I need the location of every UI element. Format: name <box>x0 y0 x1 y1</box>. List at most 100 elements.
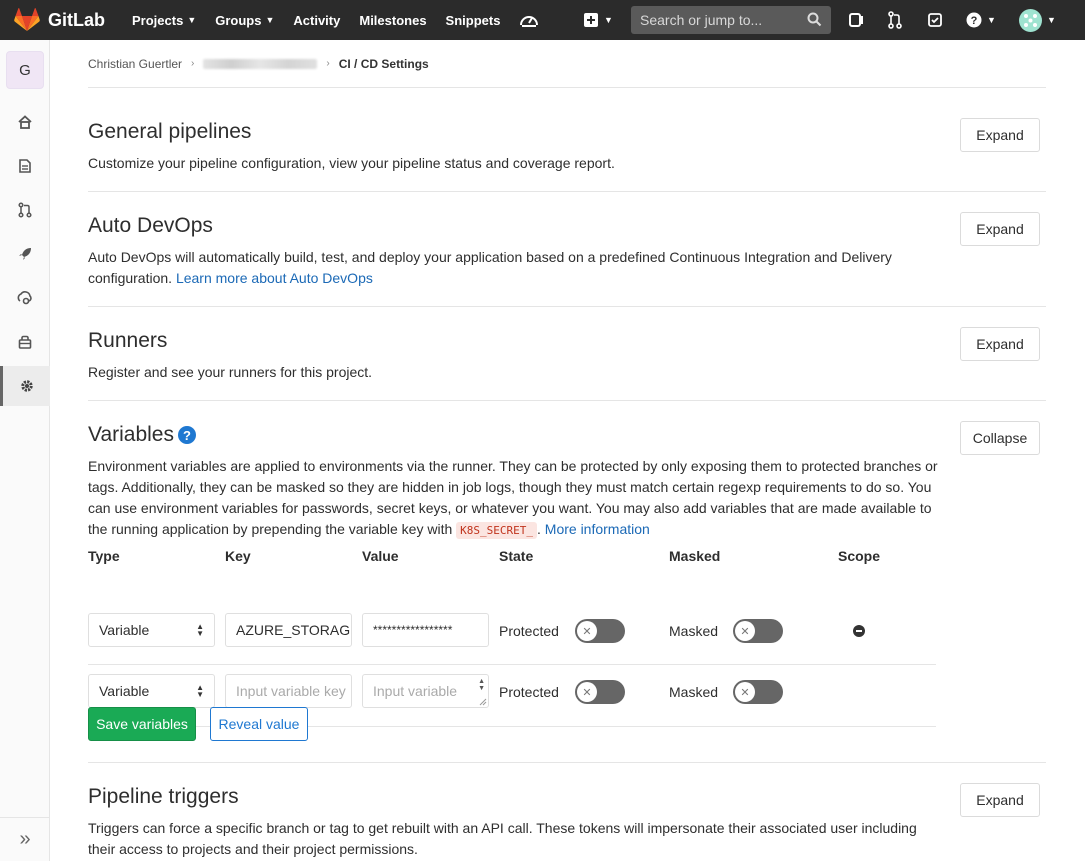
nav-projects-dropdown[interactable]: Projects ▼ <box>132 13 196 28</box>
section-pipeline-triggers: Pipeline triggers Triggers can force a s… <box>88 763 1046 861</box>
expand-button[interactable]: Expand <box>960 783 1040 817</box>
sidebar-item-merge-requests[interactable] <box>0 190 50 230</box>
sidebar-item-repository[interactable] <box>0 146 50 186</box>
merge-requests-link[interactable] <box>887 0 903 40</box>
merge-request-icon <box>888 11 902 29</box>
sidebar-item-project[interactable] <box>0 102 50 142</box>
search-input[interactable]: Search or jump to... <box>631 6 831 34</box>
chevron-right-icon: › <box>191 58 195 69</box>
brand-name: GitLab <box>48 9 105 30</box>
breadcrumb: Christian Guertler › › CI / CD Settings <box>88 40 1046 88</box>
expand-button[interactable]: Expand <box>960 118 1040 152</box>
more-information-link[interactable]: More information <box>545 521 650 537</box>
breadcrumb-project-link-redacted[interactable] <box>203 58 318 69</box>
chevron-down-icon: ▼ <box>265 15 275 25</box>
column-header-scope: Scope <box>838 548 881 564</box>
chevron-down-icon: ▼ <box>604 15 613 25</box>
packages-icon <box>18 335 32 349</box>
variable-key-placeholder: Input variable key <box>236 683 346 699</box>
toggle-off-icon: ✕ <box>735 621 755 641</box>
resize-handle-icon[interactable] <box>479 698 487 706</box>
nav-projects-label: Projects <box>132 12 184 28</box>
help-icon: ? <box>966 12 982 28</box>
sidebar-item-ci-cd[interactable] <box>0 234 50 274</box>
plus-square-icon <box>584 13 598 27</box>
breadcrumb-current-page[interactable]: CI / CD Settings <box>339 57 429 71</box>
masked-label: Masked <box>669 684 719 700</box>
variable-type-value: Variable <box>99 622 150 638</box>
section-general-pipelines: General pipelines Customize your pipelin… <box>88 89 1046 192</box>
issues-link[interactable] <box>848 0 864 40</box>
remove-variable-icon[interactable] <box>853 625 865 637</box>
variable-type-select[interactable]: Variable ▲ ▼ <box>88 613 215 647</box>
column-header-value: Value <box>362 548 399 564</box>
merge-requests-icon <box>18 202 32 218</box>
masked-toggle[interactable]: ✕ <box>733 680 783 704</box>
chevron-down-icon: ▼ <box>987 15 996 25</box>
help-dropdown[interactable]: ? ▼ <box>966 0 996 40</box>
nav-activity-link[interactable]: Activity <box>293 13 340 28</box>
chevron-right-icon: › <box>326 58 330 69</box>
project-avatar[interactable]: G <box>6 51 44 89</box>
gitlab-logo-icon <box>14 8 40 31</box>
nav-snippets-link[interactable]: Snippets <box>446 13 501 28</box>
select-arrows-icon: ▲ ▼ <box>196 622 204 638</box>
learn-more-auto-devops-link[interactable]: Learn more about Auto DevOps <box>176 270 373 286</box>
variable-key-input[interactable]: Input variable key <box>225 674 352 708</box>
new-dropdown[interactable]: ▼ <box>583 0 613 40</box>
nav-snippets-label: Snippets <box>445 12 501 28</box>
user-menu-dropdown[interactable]: ▼ <box>1019 0 1056 40</box>
section-title: Pipeline triggers <box>88 785 239 808</box>
repository-icon <box>19 159 31 173</box>
variable-value-textarea[interactable]: Input variable ▲ ▼ <box>362 674 489 708</box>
gitlab-home-link[interactable]: GitLab <box>14 8 105 32</box>
section-auto-devops: Auto DevOps Auto DevOps will automatical… <box>88 192 1046 307</box>
todo-icon <box>928 13 942 27</box>
toggle-off-icon: ✕ <box>577 682 597 702</box>
variable-type-value: Variable <box>99 683 150 699</box>
sidebar-item-settings[interactable] <box>0 366 50 406</box>
masked-label: Masked <box>669 623 719 639</box>
rocket-icon <box>19 248 31 260</box>
reveal-value-button[interactable]: Reveal value <box>210 707 308 741</box>
sidebar-item-operations[interactable] <box>0 278 50 318</box>
variables-title-text: Variables <box>88 423 174 446</box>
todos-link[interactable] <box>927 0 943 40</box>
protected-label: Protected <box>499 623 559 639</box>
section-title: Variables? <box>88 423 196 447</box>
chevron-down-icon: ▼ <box>187 15 197 25</box>
expand-button[interactable]: Expand <box>960 327 1040 361</box>
sidebar-item-packages[interactable] <box>0 322 50 362</box>
section-description: Customize your pipeline configuration, v… <box>88 155 615 171</box>
breadcrumb-owner-link[interactable]: Christian Guertler <box>88 57 182 71</box>
operations-icon <box>17 291 32 305</box>
home-icon <box>18 115 32 129</box>
column-header-type: Type <box>88 548 120 564</box>
variable-type-select[interactable]: Variable ▲ ▼ <box>88 674 215 708</box>
toggle-off-icon: ✕ <box>735 682 755 702</box>
textarea-scroll-icon[interactable]: ▲ ▼ <box>478 678 485 692</box>
section-description: Register and see your runners for this p… <box>88 364 373 380</box>
search-placeholder: Search or jump to... <box>640 12 763 28</box>
search-icon <box>807 12 822 27</box>
sidebar-collapse-button[interactable]: » <box>0 817 50 861</box>
protected-toggle[interactable]: ✕ <box>575 619 625 643</box>
nav-groups-dropdown[interactable]: Groups ▼ <box>215 13 274 28</box>
nav-milestones-link[interactable]: Milestones <box>359 13 426 28</box>
project-avatar-letter: G <box>19 61 31 79</box>
protected-toggle[interactable]: ✕ <box>575 680 625 704</box>
nav-groups-label: Groups <box>215 12 262 28</box>
section-runners: Runners Register and see your runners fo… <box>88 307 1046 401</box>
variable-key-value: AZURE_STORAGE <box>236 622 352 638</box>
save-variables-button[interactable]: Save variables <box>88 707 196 741</box>
collapse-button[interactable]: Collapse <box>960 421 1040 455</box>
chevron-down-icon: ▼ <box>1047 15 1056 25</box>
speedometer-icon[interactable] <box>519 11 539 29</box>
variable-key-input[interactable]: AZURE_STORAGE <box>225 613 352 647</box>
expand-button[interactable]: Expand <box>960 212 1040 246</box>
help-icon[interactable]: ? <box>178 426 196 445</box>
column-header-state: State <box>499 548 534 564</box>
nav-links: Projects ▼ Groups ▼ Activity Milestones Sn… <box>132 11 539 29</box>
masked-toggle[interactable]: ✕ <box>733 619 783 643</box>
variable-value-input[interactable]: ***************** <box>362 613 489 647</box>
